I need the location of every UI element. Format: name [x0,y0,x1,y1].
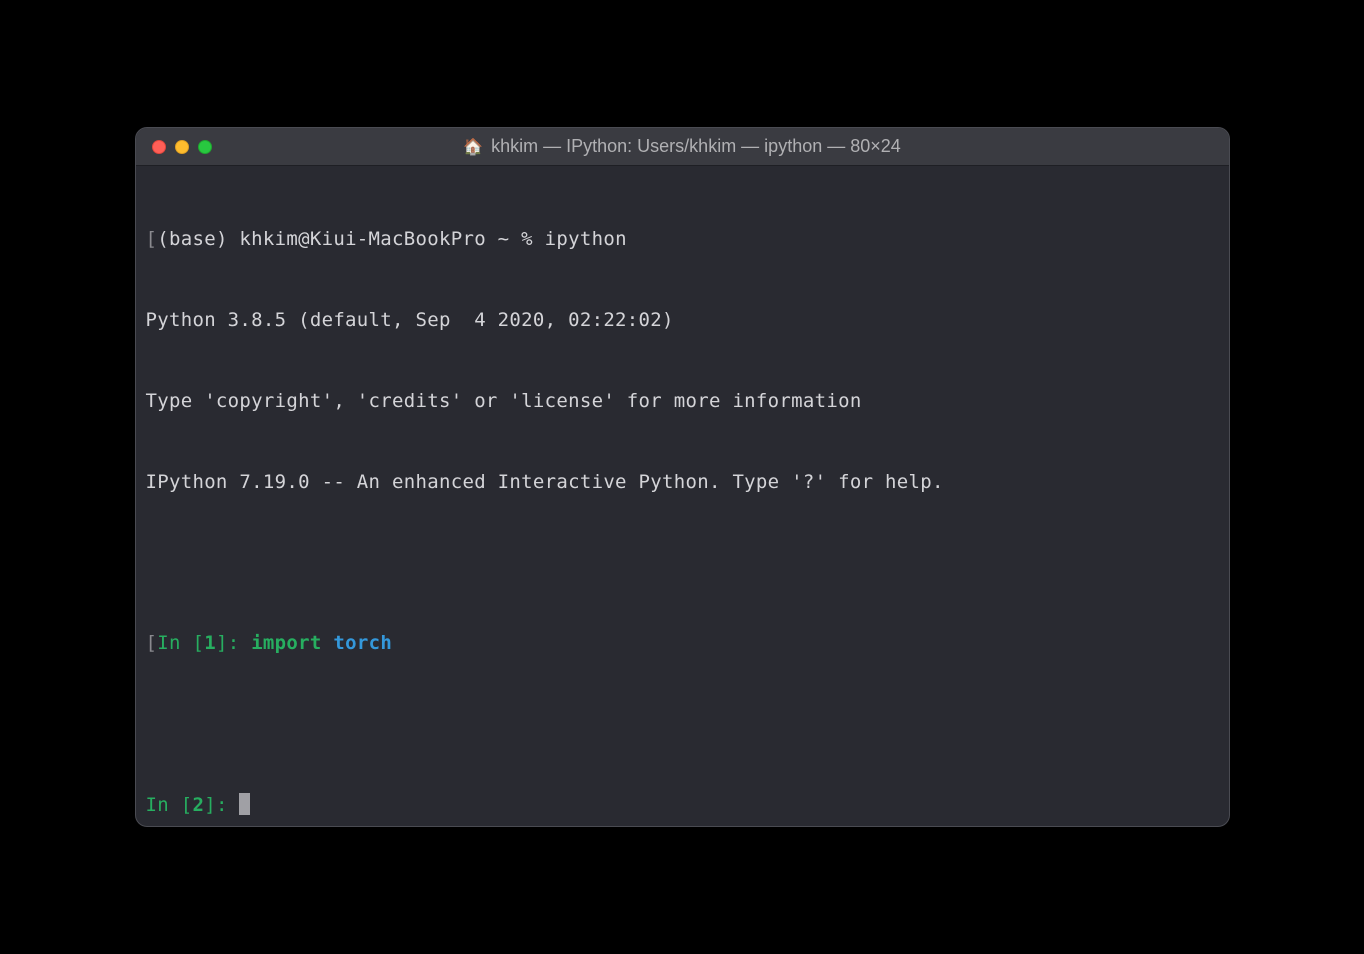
in-number: 2 [192,794,204,816]
blank-line [146,550,1219,577]
info-line: Type 'copyright', 'credits' or 'license'… [146,388,1219,415]
shell-prompt-text: (base) khkim@Kiui-MacBookPro ~ % ipython [157,228,627,250]
window-title: khkim — IPython: Users/khkim — ipython —… [491,136,901,157]
minimize-button[interactable] [175,140,189,154]
python-version-line: Python 3.8.5 (default, Sep 4 2020, 02:22… [146,307,1219,334]
blank-line [146,711,1219,738]
traffic-lights [152,140,212,154]
import-keyword: import [251,632,321,654]
in-prefix: In [ [146,794,193,816]
cursor [239,793,250,815]
close-button[interactable] [152,140,166,154]
home-icon: 🏠 [463,137,483,156]
title-container: 🏠 khkim — IPython: Users/khkim — ipython… [152,136,1213,157]
terminal-body[interactable]: [(base) khkim@Kiui-MacBookPro ~ % ipytho… [136,166,1229,827]
maximize-button[interactable] [198,140,212,154]
in-prefix: In [ [157,632,204,654]
in-suffix: ]: [204,794,239,816]
module-name: torch [333,632,392,654]
titlebar[interactable]: 🏠 khkim — IPython: Users/khkim — ipython… [136,128,1229,166]
input-line-1: [In [1]: import torch [146,630,1219,657]
terminal-window: 🏠 khkim — IPython: Users/khkim — ipython… [135,127,1230,827]
left-bracket: [ [146,228,158,250]
ipython-line: IPython 7.19.0 -- An enhanced Interactiv… [146,469,1219,496]
in-suffix: ]: [216,632,251,654]
left-bracket: [ [146,632,158,654]
shell-prompt-line: [(base) khkim@Kiui-MacBookPro ~ % ipytho… [146,226,1219,253]
in-number: 1 [204,632,216,654]
input-line-2: In [2]: [146,792,1219,819]
